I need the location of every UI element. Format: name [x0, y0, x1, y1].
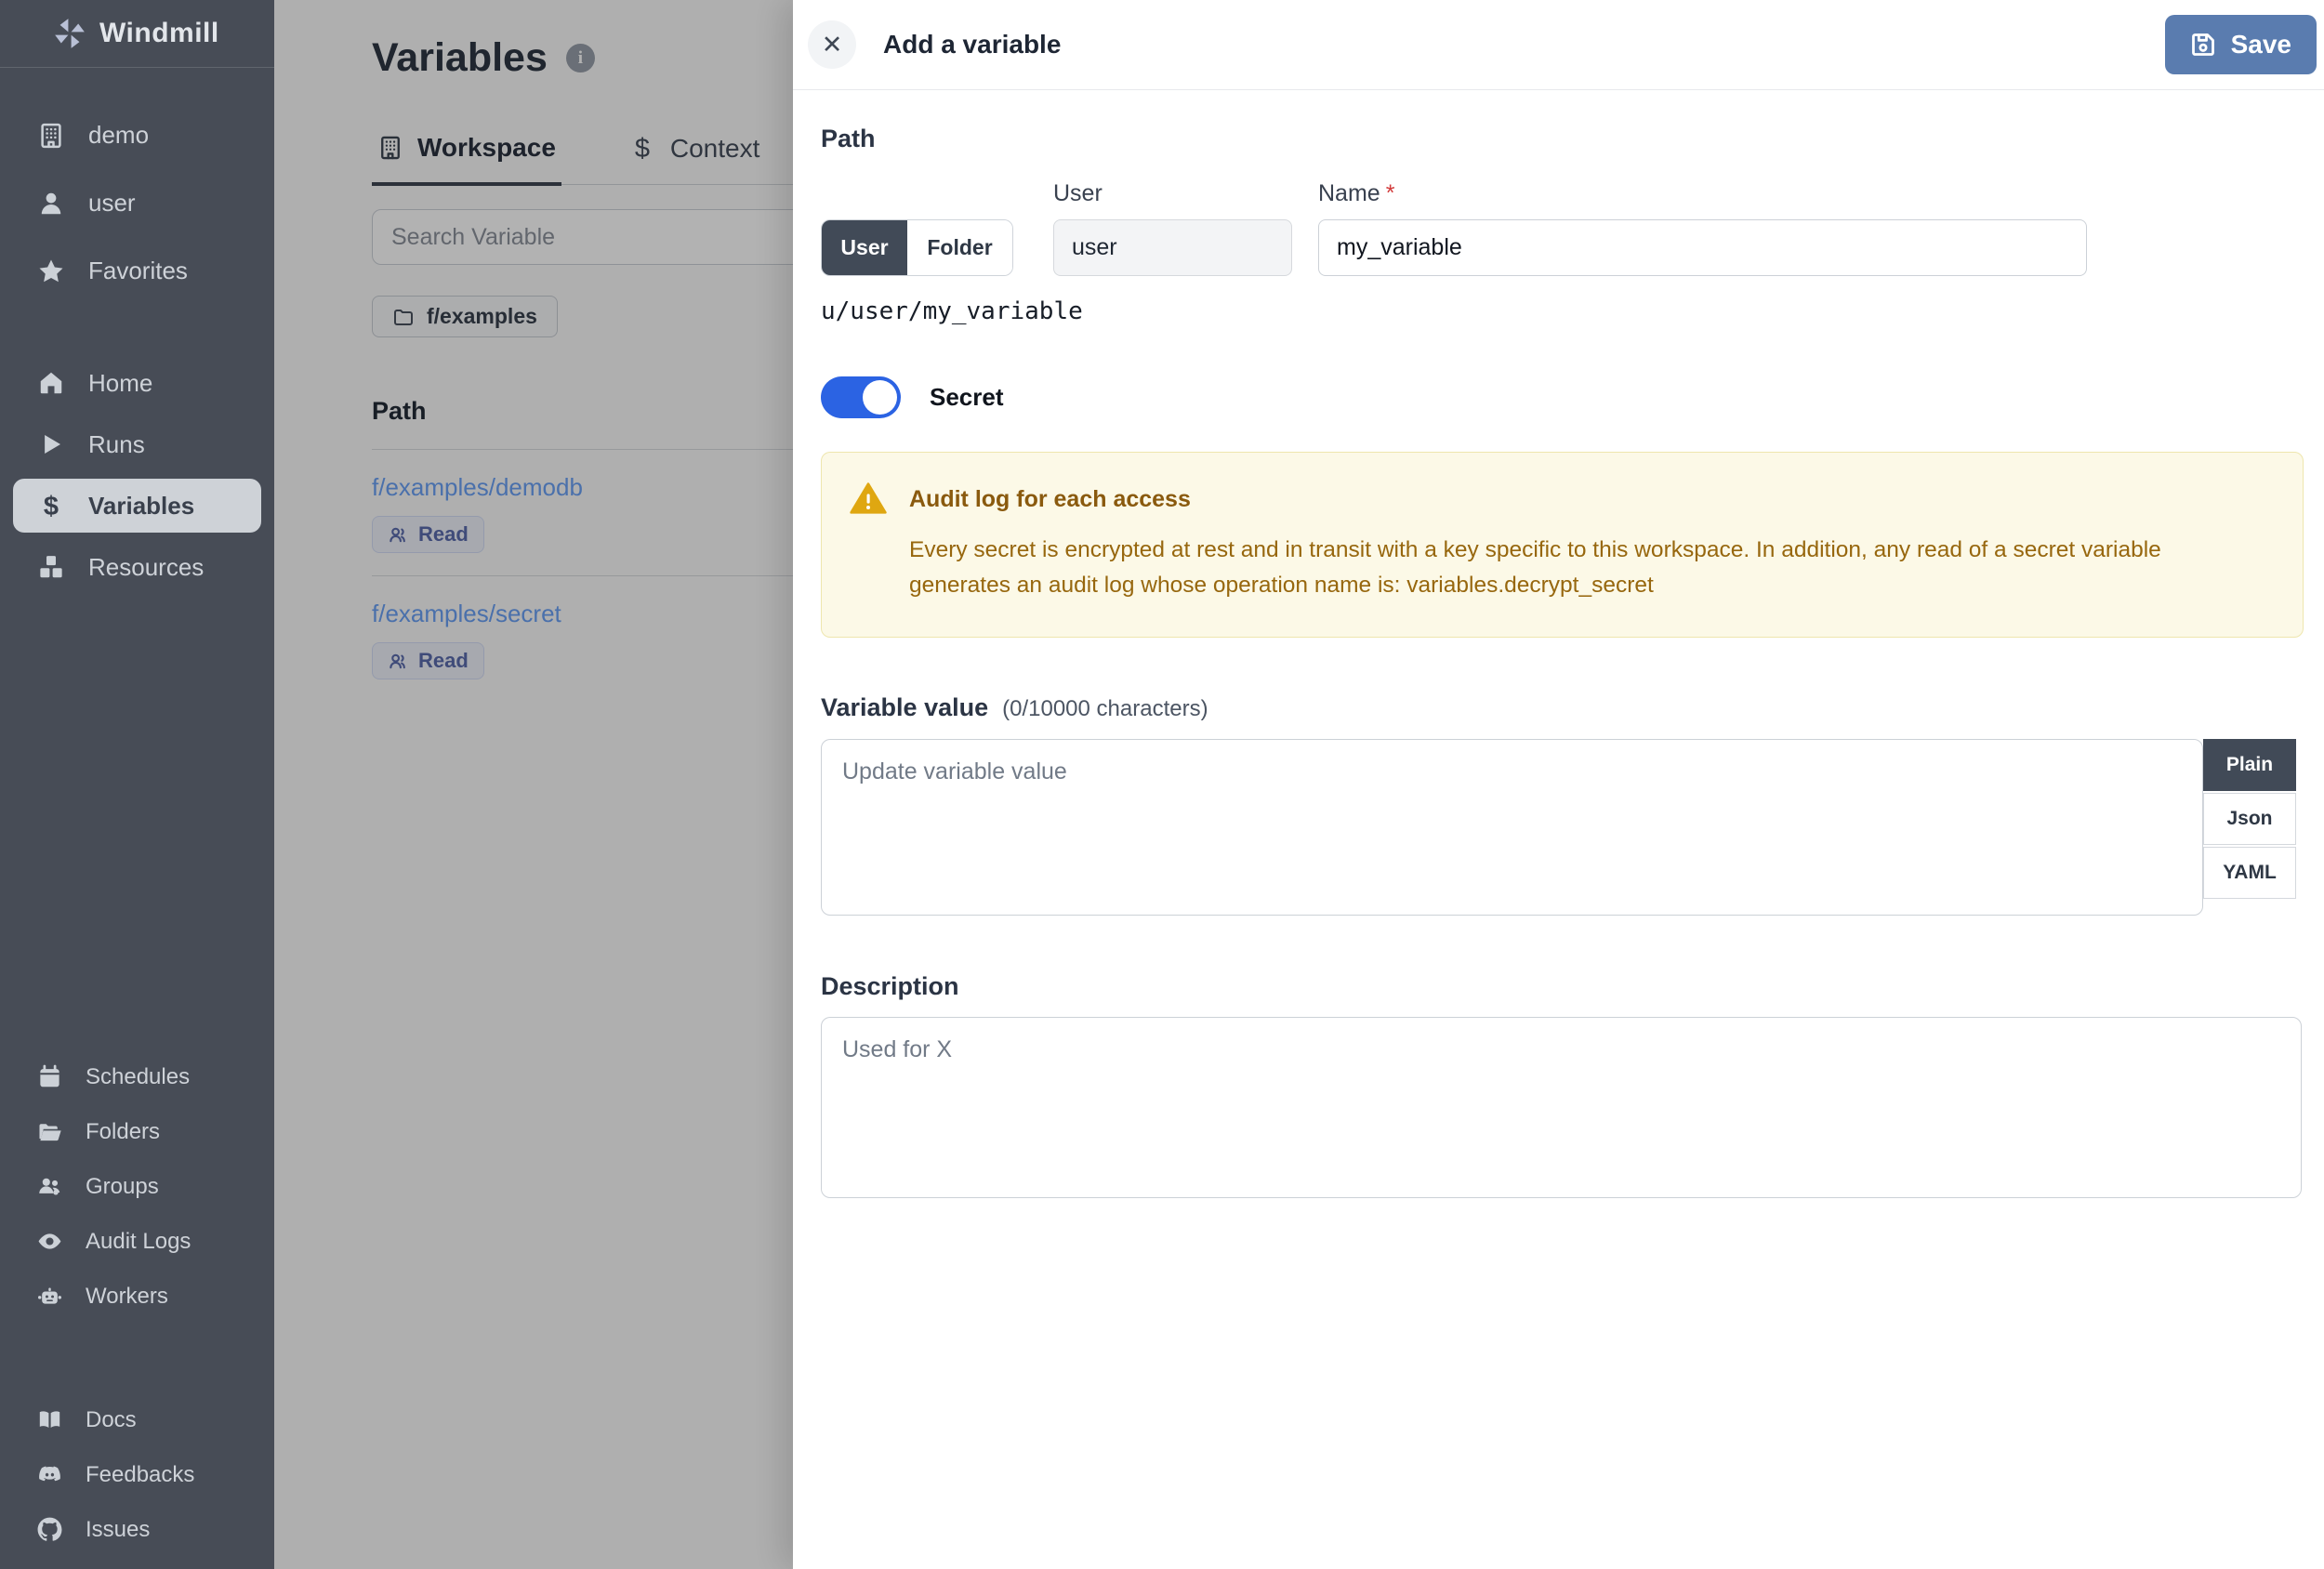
sidebar-item-label: Feedbacks	[86, 1461, 195, 1487]
save-label: Save	[2230, 30, 2291, 59]
save-button[interactable]: Save	[2164, 15, 2317, 74]
owner-kind-segmented-control: User Folder	[821, 219, 1013, 276]
building-icon	[41, 123, 61, 148]
user-field-label: User	[1053, 180, 1103, 206]
description-textarea[interactable]	[821, 1016, 2302, 1198]
sidebar-item-label: demo	[88, 121, 150, 149]
sidebar-item-label: Schedules	[86, 1063, 191, 1089]
required-asterisk: *	[1385, 180, 1395, 206]
sidebar-item-label: Variables	[88, 491, 195, 520]
warning-title: Audit log for each access	[909, 485, 1191, 512]
segment-user[interactable]: User	[822, 220, 907, 275]
name-field-label: Name *	[1318, 180, 1395, 206]
sidebar-item-label: Home	[88, 368, 153, 397]
book-open-icon	[39, 1411, 60, 1428]
sidebar-item-docs[interactable]: Docs	[0, 1392, 274, 1447]
star-icon	[39, 259, 63, 282]
name-field[interactable]	[1318, 219, 2087, 276]
sidebar-item-label: Docs	[86, 1406, 137, 1432]
user-field[interactable]	[1053, 219, 1292, 276]
sidebar-item-audit-logs[interactable]: Audit Logs	[0, 1214, 274, 1269]
warning-triangle-icon	[850, 482, 887, 514]
warning-body: Every secret is encrypted at rest and in…	[909, 537, 2161, 598]
windmill-logo-icon	[55, 19, 85, 48]
secret-row: Secret	[821, 376, 2305, 418]
play-icon	[45, 435, 60, 454]
sidebar-item-groups[interactable]: Groups	[0, 1159, 274, 1214]
home-icon	[40, 372, 62, 394]
sidebar-item-label: Favorites	[88, 257, 188, 284]
sidebar-item-schedules[interactable]: Schedules	[0, 1049, 274, 1104]
calendar-icon	[40, 1064, 59, 1088]
sidebar-item-label: Folders	[86, 1118, 161, 1144]
drawer-header: ✕ Add a variable Save	[793, 0, 2324, 90]
sidebar-item-feedbacks[interactable]: Feedbacks	[0, 1447, 274, 1502]
add-variable-drawer: ✕ Add a variable Save Path User Folder U…	[793, 0, 2324, 1569]
sidebar: Windmill demo user Favorites Home Runs $…	[0, 0, 274, 1569]
sidebar-item-workers[interactable]: Workers	[0, 1269, 274, 1324]
variable-value-heading: Variable value	[821, 692, 989, 721]
discord-icon	[39, 1466, 60, 1482]
sidebar-item-resources[interactable]: Resources	[0, 536, 274, 598]
full-path-preview: u/user/my_variable	[821, 297, 1083, 325]
sidebar-item-label: Runs	[88, 429, 145, 458]
sidebar-admin-group: Schedules Folders Groups Audit Logs Work…	[0, 1049, 274, 1324]
sidebar-nav-group: Home Runs $ Variables Resources	[0, 352, 274, 598]
description-heading: Description	[821, 971, 959, 1000]
sidebar-item-variables[interactable]: $ Variables	[13, 479, 261, 533]
save-icon	[2191, 33, 2214, 56]
folder-open-icon	[39, 1124, 61, 1141]
path-section-heading: Path	[821, 125, 876, 152]
sidebar-item-folders[interactable]: Folders	[0, 1104, 274, 1159]
sidebar-item-favorites[interactable]: Favorites	[0, 237, 274, 305]
eye-icon	[38, 1233, 61, 1249]
sidebar-item-workspace-demo[interactable]: demo	[0, 101, 274, 169]
brand-name: Windmill	[99, 18, 219, 48]
dollar-icon: $	[43, 492, 59, 521]
users-gear-icon	[39, 1178, 60, 1195]
character-counter: (0/10000 characters)	[1002, 695, 1208, 721]
format-selector: Plain Json YAML	[2203, 738, 2296, 899]
secret-toggle-label: Secret	[930, 383, 1004, 411]
brand-logo[interactable]: Windmill	[0, 0, 274, 68]
toggle-knob	[863, 380, 897, 415]
secret-toggle[interactable]	[821, 376, 901, 418]
close-icon[interactable]: ✕	[808, 20, 856, 69]
user-icon	[41, 192, 61, 214]
format-plain-button[interactable]: Plain	[2203, 738, 2296, 791]
path-form-row: User Folder User Name*	[821, 180, 2305, 276]
sidebar-item-home[interactable]: Home	[0, 352, 274, 414]
sidebar-item-label: user	[88, 189, 136, 217]
format-yaml-button[interactable]: YAML	[2203, 846, 2296, 899]
variable-value-editor: Plain Json YAML	[821, 738, 2296, 920]
sidebar-item-label: Workers	[86, 1283, 168, 1309]
sidebar-item-runs[interactable]: Runs	[0, 414, 274, 475]
sidebar-footer-group: Docs Feedbacks Issues	[0, 1392, 274, 1557]
sidebar-item-label: Audit Logs	[86, 1228, 191, 1254]
sidebar-workspace-group: demo user Favorites	[0, 101, 274, 305]
sidebar-item-issues[interactable]: Issues	[0, 1502, 274, 1557]
boxes-icon	[40, 556, 62, 578]
sidebar-item-label: Groups	[86, 1173, 159, 1199]
audit-warning-banner: Audit log for each access Every secret i…	[821, 452, 2304, 638]
variable-value-textarea[interactable]	[821, 738, 2203, 916]
sidebar-item-label: Issues	[86, 1516, 151, 1542]
format-json-button[interactable]: Json	[2203, 792, 2296, 845]
segment-folder[interactable]: Folder	[907, 220, 1012, 275]
drawer-title: Add a variable	[883, 30, 1062, 59]
sidebar-item-user[interactable]: user	[0, 169, 274, 237]
robot-icon	[38, 1287, 61, 1304]
modal-backdrop[interactable]	[274, 0, 793, 1569]
sidebar-item-label: Resources	[88, 552, 205, 581]
github-icon	[37, 1517, 62, 1541]
